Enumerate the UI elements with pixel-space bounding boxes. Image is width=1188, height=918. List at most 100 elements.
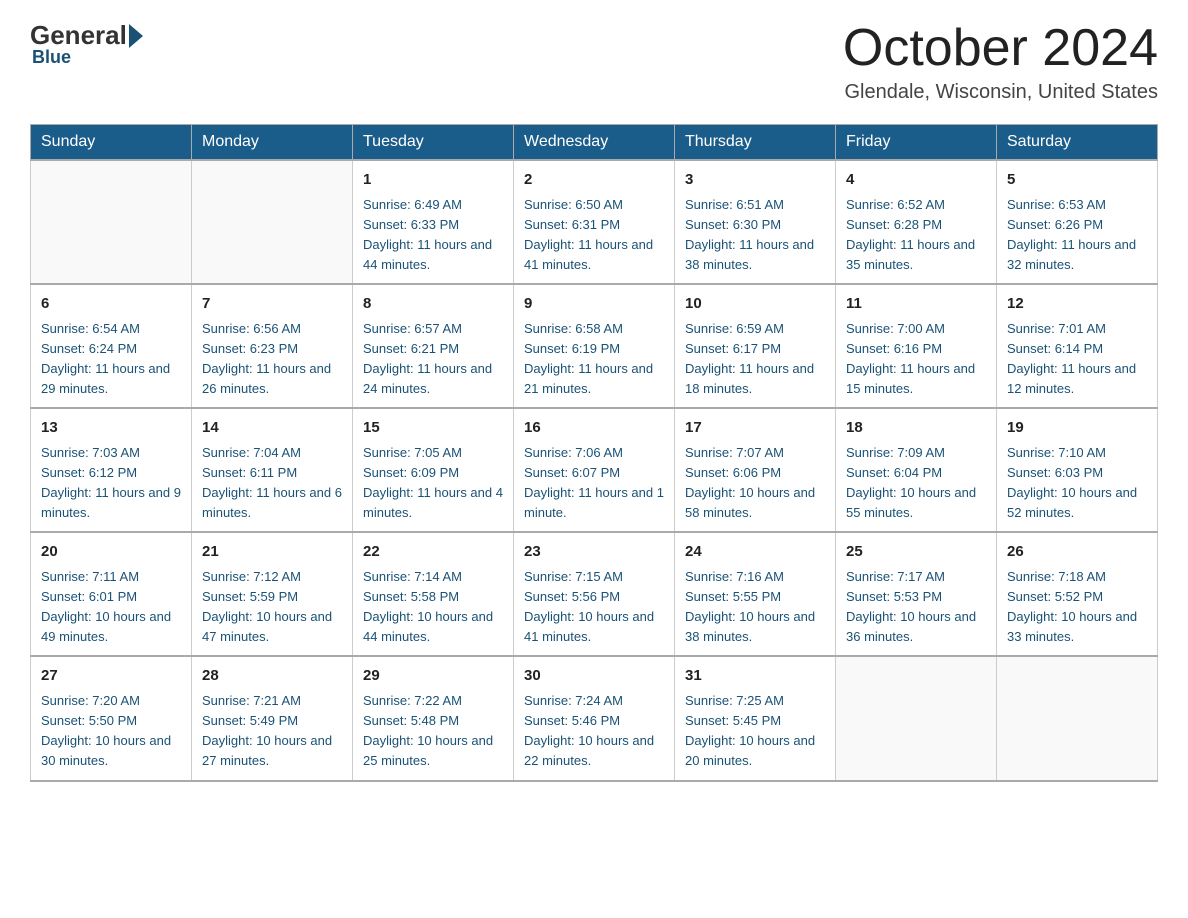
calendar-cell: 11 Sunrise: 7:00 AMSunset: 6:16 PMDayligh…	[836, 284, 997, 408]
calendar-cell: 31 Sunrise: 7:25 AMSunset: 5:45 PMDayligh…	[675, 656, 836, 780]
calendar-cell: 5Sunrise: 6:53 AMSunset: 6:26 PMDaylight…	[997, 160, 1158, 284]
calendar-cell: 26Sunrise: 7:18 AMSunset: 5:52 PMDayligh…	[997, 532, 1158, 656]
col-header-sunday: Sunday	[31, 125, 192, 161]
calendar-cell: 13 Sunrise: 7:03 AMSunset: 6:12 PMDayligh…	[31, 408, 192, 532]
calendar-week-row: 27 Sunrise: 7:20 AMSunset: 5:50 PMDayligh…	[31, 656, 1158, 780]
calendar-cell: 23 Sunrise: 7:15 AMSunset: 5:56 PMDayligh…	[514, 532, 675, 656]
calendar-cell: 8 Sunrise: 6:57 AMSunset: 6:21 PMDaylight…	[353, 284, 514, 408]
calendar-cell: 2 Sunrise: 6:50 AMSunset: 6:31 PMDaylight…	[514, 160, 675, 284]
col-header-friday: Friday	[836, 125, 997, 161]
sun-info: Sunrise: 7:20 AMSunset: 5:50 PMDaylight:…	[41, 691, 181, 772]
calendar-cell: 15 Sunrise: 7:05 AMSunset: 6:09 PMDayligh…	[353, 408, 514, 532]
sun-info: Sunrise: 6:58 AMSunset: 6:19 PMDaylight:…	[524, 319, 664, 400]
sun-info: Sunrise: 7:17 AMSunset: 5:53 PMDaylight:…	[846, 567, 986, 648]
sun-info: Sunrise: 7:03 AMSunset: 6:12 PMDaylight:…	[41, 443, 181, 524]
calendar-cell: 10 Sunrise: 6:59 AMSunset: 6:17 PMDayligh…	[675, 284, 836, 408]
sun-info: Sunrise: 7:12 AMSunset: 5:59 PMDaylight:…	[202, 567, 342, 648]
calendar-header-row: SundayMondayTuesdayWednesdayThursdayFrid…	[31, 125, 1158, 161]
month-title: October 2024	[843, 20, 1158, 77]
day-number: 30	[524, 665, 664, 688]
calendar-cell: 28 Sunrise: 7:21 AMSunset: 5:49 PMDayligh…	[192, 656, 353, 780]
sun-info: Sunrise: 7:10 AMSunset: 6:03 PMDaylight:…	[1007, 443, 1147, 524]
day-number: 1	[363, 169, 503, 192]
calendar-week-row: 1 Sunrise: 6:49 AMSunset: 6:33 PMDaylight…	[31, 160, 1158, 284]
day-number: 14	[202, 417, 342, 440]
calendar-week-row: 13 Sunrise: 7:03 AMSunset: 6:12 PMDayligh…	[31, 408, 1158, 532]
day-number: 6	[41, 293, 181, 316]
logo-arrow-icon	[129, 24, 143, 48]
sun-info: Sunrise: 7:05 AMSunset: 6:09 PMDaylight:…	[363, 443, 503, 524]
day-number: 29	[363, 665, 503, 688]
day-number: 27	[41, 665, 181, 688]
day-number: 22	[363, 541, 503, 564]
calendar-week-row: 20 Sunrise: 7:11 AMSunset: 6:01 PMDayligh…	[31, 532, 1158, 656]
day-number: 15	[363, 417, 503, 440]
day-number: 28	[202, 665, 342, 688]
sun-info: Sunrise: 7:18 AMSunset: 5:52 PMDaylight:…	[1007, 567, 1147, 648]
col-header-monday: Monday	[192, 125, 353, 161]
calendar-cell: 27 Sunrise: 7:20 AMSunset: 5:50 PMDayligh…	[31, 656, 192, 780]
title-area: October 2024 Glendale, Wisconsin, United…	[843, 20, 1158, 104]
day-number: 13	[41, 417, 181, 440]
sun-info: Sunrise: 7:11 AMSunset: 6:01 PMDaylight:…	[41, 567, 181, 648]
page-header: General Blue October 2024 Glendale, Wisc…	[30, 20, 1158, 104]
sun-info: Sunrise: 6:49 AMSunset: 6:33 PMDaylight:…	[363, 195, 503, 276]
sun-info: Sunrise: 7:25 AMSunset: 5:45 PMDaylight:…	[685, 691, 825, 772]
calendar-cell: 7 Sunrise: 6:56 AMSunset: 6:23 PMDaylight…	[192, 284, 353, 408]
sun-info: Sunrise: 7:00 AMSunset: 6:16 PMDaylight:…	[846, 319, 986, 400]
day-number: 7	[202, 293, 342, 316]
day-number: 20	[41, 541, 181, 564]
day-number: 5	[1007, 169, 1147, 192]
sun-info: Sunrise: 7:07 AMSunset: 6:06 PMDaylight:…	[685, 443, 825, 524]
calendar-cell: 20 Sunrise: 7:11 AMSunset: 6:01 PMDayligh…	[31, 532, 192, 656]
sun-info: Sunrise: 7:22 AMSunset: 5:48 PMDaylight:…	[363, 691, 503, 772]
sun-info: Sunrise: 7:21 AMSunset: 5:49 PMDaylight:…	[202, 691, 342, 772]
calendar-cell: 25Sunrise: 7:17 AMSunset: 5:53 PMDayligh…	[836, 532, 997, 656]
sun-info: Sunrise: 7:15 AMSunset: 5:56 PMDaylight:…	[524, 567, 664, 648]
calendar-cell: 18 Sunrise: 7:09 AMSunset: 6:04 PMDayligh…	[836, 408, 997, 532]
day-number: 24	[685, 541, 825, 564]
sun-info: Sunrise: 6:59 AMSunset: 6:17 PMDaylight:…	[685, 319, 825, 400]
sun-info: Sunrise: 6:56 AMSunset: 6:23 PMDaylight:…	[202, 319, 342, 400]
sun-info: Sunrise: 7:09 AMSunset: 6:04 PMDaylight:…	[846, 443, 986, 524]
calendar-cell: 12 Sunrise: 7:01 AMSunset: 6:14 PMDayligh…	[997, 284, 1158, 408]
calendar-cell: 19 Sunrise: 7:10 AMSunset: 6:03 PMDayligh…	[997, 408, 1158, 532]
col-header-saturday: Saturday	[997, 125, 1158, 161]
calendar-cell: 30Sunrise: 7:24 AMSunset: 5:46 PMDayligh…	[514, 656, 675, 780]
sun-info: Sunrise: 6:52 AMSunset: 6:28 PMDaylight:…	[846, 195, 986, 276]
logo: General Blue	[30, 20, 145, 68]
sun-info: Sunrise: 6:50 AMSunset: 6:31 PMDaylight:…	[524, 195, 664, 276]
calendar-cell	[836, 656, 997, 780]
day-number: 11	[846, 293, 986, 316]
day-number: 2	[524, 169, 664, 192]
logo-blue-text: Blue	[32, 47, 71, 68]
calendar-cell: 17 Sunrise: 7:07 AMSunset: 6:06 PMDayligh…	[675, 408, 836, 532]
sun-info: Sunrise: 7:01 AMSunset: 6:14 PMDaylight:…	[1007, 319, 1147, 400]
day-number: 8	[363, 293, 503, 316]
col-header-thursday: Thursday	[675, 125, 836, 161]
day-number: 10	[685, 293, 825, 316]
day-number: 16	[524, 417, 664, 440]
calendar-cell: 6Sunrise: 6:54 AMSunset: 6:24 PMDaylight…	[31, 284, 192, 408]
calendar-cell: 21Sunrise: 7:12 AMSunset: 5:59 PMDayligh…	[192, 532, 353, 656]
sun-info: Sunrise: 7:16 AMSunset: 5:55 PMDaylight:…	[685, 567, 825, 648]
sun-info: Sunrise: 7:14 AMSunset: 5:58 PMDaylight:…	[363, 567, 503, 648]
calendar-cell: 22 Sunrise: 7:14 AMSunset: 5:58 PMDayligh…	[353, 532, 514, 656]
day-number: 12	[1007, 293, 1147, 316]
location-title: Glendale, Wisconsin, United States	[843, 81, 1158, 104]
day-number: 9	[524, 293, 664, 316]
sun-info: Sunrise: 6:57 AMSunset: 6:21 PMDaylight:…	[363, 319, 503, 400]
day-number: 23	[524, 541, 664, 564]
sun-info: Sunrise: 7:06 AMSunset: 6:07 PMDaylight:…	[524, 443, 664, 524]
day-number: 31	[685, 665, 825, 688]
sun-info: Sunrise: 7:04 AMSunset: 6:11 PMDaylight:…	[202, 443, 342, 524]
day-number: 3	[685, 169, 825, 192]
calendar-cell: 9 Sunrise: 6:58 AMSunset: 6:19 PMDaylight…	[514, 284, 675, 408]
calendar-cell: 29 Sunrise: 7:22 AMSunset: 5:48 PMDayligh…	[353, 656, 514, 780]
day-number: 18	[846, 417, 986, 440]
day-number: 19	[1007, 417, 1147, 440]
calendar-cell: 24 Sunrise: 7:16 AMSunset: 5:55 PMDayligh…	[675, 532, 836, 656]
col-header-wednesday: Wednesday	[514, 125, 675, 161]
day-number: 17	[685, 417, 825, 440]
calendar-cell: 16 Sunrise: 7:06 AMSunset: 6:07 PMDayligh…	[514, 408, 675, 532]
